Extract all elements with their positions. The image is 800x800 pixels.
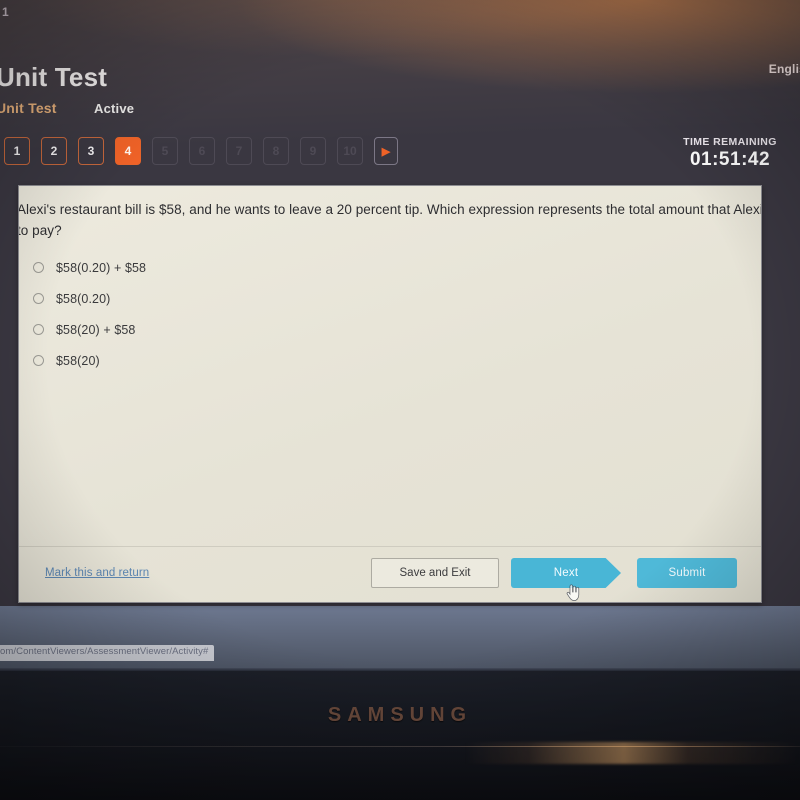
browser-status-bar: om/ContentViewers/AssessmentViewer/Activ…: [0, 645, 215, 661]
next-button[interactable]: Next: [511, 558, 621, 588]
browser-tab-number[interactable]: 1: [2, 5, 9, 19]
answer-option-4-label: $58(20): [56, 353, 100, 368]
question-text: Alexi's restaurant bill is $58, and he w…: [18, 202, 762, 238]
answer-option-1-label: $58(0.20) + $58: [56, 260, 147, 275]
time-remaining-value: 01:51:42: [689, 149, 771, 170]
question-pager: 1 2 3 4 5 6 7 8 9 10 ▶: [4, 137, 398, 165]
question-tab-4[interactable]: 4: [115, 137, 141, 165]
answer-option-2[interactable]: $58(0.20): [31, 283, 531, 314]
question-tab-8: 8: [263, 137, 289, 165]
assessment-name: Unit Test: [0, 100, 57, 116]
time-remaining: TIME REMAINING 01:51:42: [664, 136, 796, 171]
question-tab-9: 9: [300, 137, 326, 165]
answer-options: $58(0.20) + $58 $58(0.20) $58(20) + $58 …: [31, 252, 531, 376]
question-tab-2[interactable]: 2: [41, 137, 67, 165]
radio-icon[interactable]: [33, 355, 44, 366]
assessment-app: 1 Englis Unit Test Unit Test Active 1 2 …: [0, 0, 800, 668]
answer-option-3[interactable]: $58(20) + $58: [31, 314, 531, 345]
save-and-exit-button[interactable]: Save and Exit: [371, 558, 499, 588]
page-title: Unit Test: [0, 62, 108, 92]
monitor-bezel: SAMSUNG: [0, 668, 800, 800]
answer-option-1[interactable]: $58(0.20) + $58: [31, 252, 531, 283]
monitor-photo: 1 Englis Unit Test Unit Test Active 1 2 …: [0, 0, 800, 800]
monitor-screen: 1 Englis Unit Test Unit Test Active 1 2 …: [0, 0, 800, 668]
answer-option-4[interactable]: $58(20): [31, 345, 531, 376]
browser-tab-strip: 1: [0, 0, 800, 30]
question-tab-1[interactable]: 1: [4, 137, 30, 165]
question-tab-5: 5: [152, 137, 178, 165]
question-tab-10: 10: [337, 137, 363, 165]
submit-button[interactable]: Submit: [637, 558, 737, 588]
answer-option-3-label: $58(20) + $58: [56, 322, 136, 337]
radio-icon[interactable]: [33, 293, 44, 304]
card-footer: Mark this and return Save and Exit Next …: [19, 546, 761, 602]
card-surface: [19, 186, 761, 602]
language-label[interactable]: Englis: [769, 62, 800, 76]
status-badge: Active: [94, 101, 135, 116]
answer-option-2-label: $58(0.20): [56, 291, 111, 306]
bezel-lip: [0, 668, 800, 671]
mark-this-and-return-link[interactable]: Mark this and return: [45, 567, 149, 579]
question-tab-7: 7: [226, 137, 252, 165]
question-tab-6: 6: [189, 137, 215, 165]
bezel-light-reflection: [0, 742, 800, 764]
radio-icon[interactable]: [33, 324, 44, 335]
radio-icon[interactable]: [33, 262, 44, 273]
assessment-header: Englis Unit Test Unit Test Active 1 2 3 …: [0, 50, 800, 185]
brand-logo: SAMSUNG: [327, 704, 473, 726]
time-remaining-label: TIME REMAINING: [683, 136, 777, 148]
question-card: Alexi's restaurant bill is $58, and he w…: [18, 185, 762, 603]
question-tab-3[interactable]: 3: [78, 137, 104, 165]
pager-next-icon[interactable]: ▶: [374, 137, 398, 165]
